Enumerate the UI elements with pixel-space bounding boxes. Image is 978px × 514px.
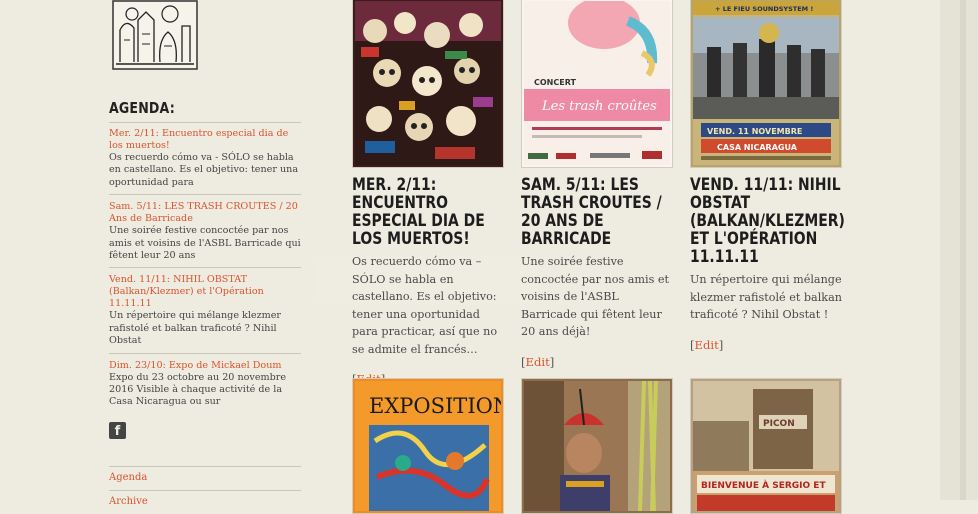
sidebar-footer-links: Agenda Archive: [109, 466, 301, 514]
edit-label[interactable]: Edit: [695, 338, 719, 352]
post-thumbnail[interactable]: [352, 0, 504, 168]
agenda-item-description: Un répertoire qui mélange klezmer rafist…: [109, 310, 282, 347]
right-rail: [940, 0, 978, 500]
poster-title: EXPOSITION: [369, 394, 501, 418]
post-card: MER. 2/11: ENCUENTRO ESPECIAL DIA DE LOS…: [352, 0, 504, 386]
footer-link-archive[interactable]: Archive: [109, 490, 301, 514]
agenda-item: Dim. 23/10: Expo de Mickael Doum Expo du…: [109, 352, 301, 414]
performer-photo-image: [524, 380, 670, 512]
facebook-icon[interactable]: f: [109, 422, 126, 439]
poster-place: CASA NICARAGUA: [717, 143, 798, 152]
footer-link-agenda[interactable]: Agenda: [109, 466, 301, 490]
site-logo[interactable]: [112, 0, 198, 70]
agenda-item-description: Os recuerdo cómo va - SÓLO se habla en c…: [109, 152, 299, 188]
agenda-item-description: Une soirée festive concoctée par nos ami…: [109, 225, 301, 262]
agenda-item-link[interactable]: Vend. 11/11: NIHIL OBSTAT (Balkan/Klezme…: [109, 274, 301, 310]
agenda-heading: AGENDA:: [109, 99, 175, 117]
poster-top-line: + LE FIEU SOUNDSYSTEM !: [715, 5, 813, 13]
edit-bracket-close: ]: [549, 354, 555, 369]
edit-bracket-close: ]: [718, 337, 724, 352]
agenda-item-link[interactable]: Sam. 5/11: LES TRASH CROUTES / 20 Ans de…: [109, 201, 301, 225]
post-title[interactable]: VEND. 11/11: NIHIL OBSTAT (BALKAN/KLEZME…: [690, 176, 845, 266]
post-excerpt: Un répertoire qui mélange klezmer rafist…: [690, 273, 842, 321]
agenda-item: Mer. 2/11: Encuentro especial dia de los…: [109, 122, 301, 194]
exposition-poster-image: EXPOSITION: [355, 381, 503, 511]
poster-banner: BIENVENUE À SERGIO ET: [701, 479, 826, 491]
poster-kicker: CONCERT: [534, 78, 577, 87]
edit-link[interactable]: [Edit]: [690, 338, 842, 352]
post-thumbnail[interactable]: + LE FIEU SOUNDSYSTEM ! VEND. 11 NOVEMBR…: [690, 0, 842, 168]
band-poster-image: + LE FIEU SOUNDSYSTEM ! VEND. 11 NOVEMBR…: [693, 1, 839, 165]
agenda-item-description: Expo du 23 octobre au 20 novembre 2016 V…: [109, 371, 287, 408]
post-title[interactable]: MER. 2/11: ENCUENTRO ESPECIAL DIA DE LOS…: [352, 176, 505, 248]
skulls-image: [355, 1, 501, 165]
poster-sign: PICON: [763, 419, 795, 429]
agenda-item: Sam. 5/11: LES TRASH CROUTES / 20 Ans de…: [109, 194, 301, 267]
agenda-item: Vend. 11/11: NIHIL OBSTAT (Balkan/Klezme…: [109, 267, 301, 352]
post-excerpt: Une soirée festive concoctée par nos ami…: [521, 255, 670, 338]
post-excerpt: Os recuerdo cómo va – SÓLO se habla en c…: [352, 255, 498, 356]
rail-stripe: [960, 0, 966, 500]
protest-photo-image: PICON BIENVENUE À SERGIO ET: [693, 381, 839, 511]
poster-title: Les trash croûtes: [541, 99, 657, 114]
post-title[interactable]: SAM. 5/11: LES TRASH CROUTES / 20 ANS DE…: [521, 176, 674, 248]
post-thumbnail[interactable]: CONCERT Les trash croûtes: [521, 0, 673, 168]
post-thumbnail-protest[interactable]: PICON BIENVENUE À SERGIO ET: [690, 378, 842, 514]
edit-link[interactable]: [Edit]: [521, 355, 673, 369]
edit-label[interactable]: Edit: [526, 355, 550, 369]
agenda-item-link[interactable]: Mer. 2/11: Encuentro especial dia de los…: [109, 128, 301, 152]
agenda-item-link[interactable]: Dim. 23/10: Expo de Mickael Doum: [109, 360, 301, 372]
post-card: + LE FIEU SOUNDSYSTEM ! VEND. 11 NOVEMBR…: [690, 0, 845, 352]
post-thumbnail-performer[interactable]: [521, 378, 673, 514]
post-card: CONCERT Les trash croûtes SAM. 5/11: LES…: [521, 0, 673, 369]
post-thumbnail-exposition[interactable]: EXPOSITION: [352, 378, 504, 514]
concert-poster-image: CONCERT Les trash croûtes: [524, 0, 670, 165]
agenda-list: Mer. 2/11: Encuentro especial dia de los…: [109, 122, 301, 414]
poster-date: VEND. 11 NOVEMBRE: [707, 127, 802, 136]
